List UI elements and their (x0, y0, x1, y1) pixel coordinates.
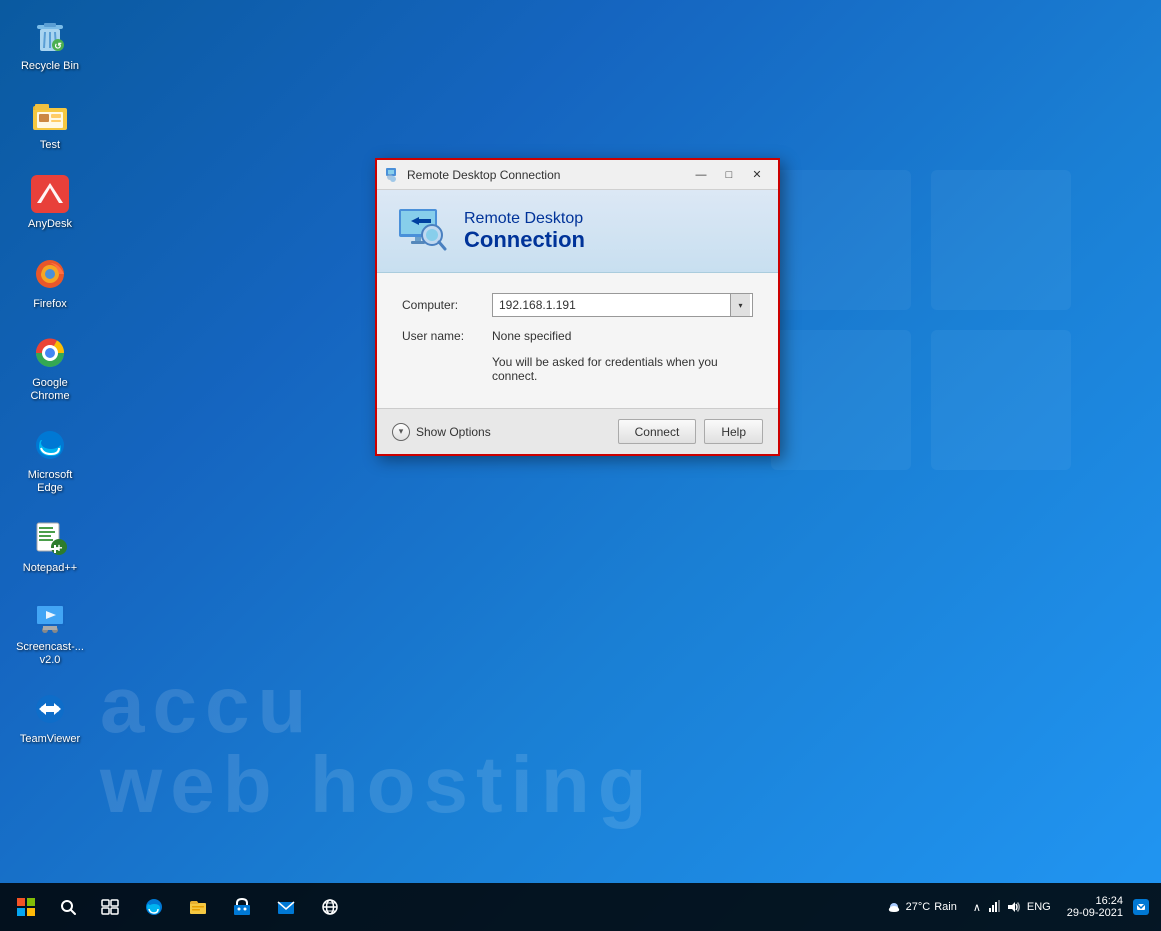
taskbar-mail-button[interactable] (266, 887, 306, 927)
desktop-icon-screencast[interactable]: Screencast-... v2.0 (10, 591, 90, 673)
chrome-label: Google Chrome (16, 377, 84, 403)
taskbar-taskview-button[interactable] (90, 887, 130, 927)
rdp-footer-buttons: Connect Help (618, 419, 763, 444)
taskbar-edge-icon (144, 897, 164, 917)
taskbar-notification-button[interactable] (1133, 899, 1149, 915)
desktop-icon-teamviewer[interactable]: TeamViewer (10, 683, 90, 752)
rdp-header-line1: Remote Desktop (464, 210, 585, 228)
rdp-header-title: Remote Desktop Connection (464, 210, 585, 252)
screencast-label: Screencast-... v2.0 (16, 641, 84, 667)
rdp-computer-value: 192.168.1.191 (499, 298, 746, 312)
anydesk-label: AnyDesk (28, 218, 72, 231)
notepadpp-icon: + (30, 518, 70, 558)
taskbar-weather[interactable]: 27°C Rain (880, 897, 963, 917)
taskbar-store-button[interactable] (222, 887, 262, 927)
desktop-icon-test[interactable]: Test (10, 89, 90, 158)
recycle-bin-icon: ↺ (30, 16, 70, 56)
rdp-help-button[interactable]: Help (704, 419, 763, 444)
search-icon (59, 898, 77, 916)
taskbar-clock[interactable]: 16:24 29-09-2021 (1061, 893, 1129, 921)
network-tray-icon (987, 900, 1001, 914)
language-indicator[interactable]: ENG (1027, 901, 1051, 913)
test-folder-icon (30, 95, 70, 135)
firefox-icon (30, 254, 70, 294)
rdp-show-options-text: Show Options (416, 425, 491, 439)
rdp-body: Computer: 192.168.1.191 ▾ User name: Non… (377, 273, 778, 408)
taskbar-network-button[interactable] (310, 887, 350, 927)
rdp-close-button[interactable]: ✕ (744, 165, 770, 185)
desktop-icon-recycle-bin[interactable]: ↺ Recycle Bin (10, 10, 90, 79)
taskbar-time: 16:24 (1067, 895, 1123, 907)
notification-icon (1136, 902, 1146, 912)
desktop-icon-notepadpp[interactable]: + Notepad++ (10, 512, 90, 581)
desktop-icon-anydesk[interactable]: AnyDesk (10, 168, 90, 237)
rdp-title-icon (385, 167, 401, 183)
rdp-dialog: Remote Desktop Connection — □ ✕ (375, 158, 780, 456)
rdp-computer-row: Computer: 192.168.1.191 ▾ (402, 293, 753, 317)
desktop-icon-area: ↺ Recycle Bin Test (10, 10, 90, 752)
rdp-show-options-icon: ▾ (392, 423, 410, 441)
taskbar-start-button[interactable] (4, 885, 48, 929)
firefox-label: Firefox (33, 298, 67, 311)
mail-icon (276, 897, 296, 917)
taskbar-date: 29-09-2021 (1067, 907, 1123, 919)
test-folder-label: Test (40, 139, 60, 152)
taskbar-right-area: 27°C Rain ∧ ENG (880, 893, 1157, 921)
recycle-bin-label: Recycle Bin (21, 60, 79, 73)
windows-start-icon (17, 898, 35, 916)
network-icon (320, 897, 340, 917)
explorer-icon (188, 897, 208, 917)
weather-temp: 27°C (906, 901, 931, 913)
desktop-icon-microsoft-edge[interactable]: Microsoft Edge (10, 419, 90, 501)
watermark-text1: accu (100, 659, 1161, 751)
rdp-computer-dropdown[interactable]: ▾ (730, 294, 750, 316)
svg-text:↺: ↺ (54, 41, 62, 51)
taskbar-sys-tray: ∧ ENG (967, 898, 1057, 916)
rdp-show-options[interactable]: ▾ Show Options (392, 423, 618, 441)
rdp-connect-button[interactable]: Connect (618, 419, 697, 444)
rdp-header-icon (397, 205, 449, 257)
weather-icon (886, 899, 902, 915)
rdp-minimize-button[interactable]: — (688, 165, 714, 185)
rdp-header-line2: Connection (464, 228, 585, 252)
rdp-maximize-button[interactable]: □ (716, 165, 742, 185)
rdp-header: Remote Desktop Connection (377, 190, 778, 273)
desktop: accu web hosting ↺ Recycle Bin (0, 0, 1161, 931)
rdp-footer: ▾ Show Options Connect Help (377, 408, 778, 454)
rdp-username-value: None specified (492, 329, 571, 343)
rdp-titlebar-buttons: — □ ✕ (688, 165, 770, 185)
taskbar-edge-button[interactable] (134, 887, 174, 927)
teamviewer-icon (30, 689, 70, 729)
notepadpp-label: Notepad++ (23, 562, 77, 575)
edge-icon (30, 425, 70, 465)
teamviewer-label: TeamViewer (20, 733, 80, 746)
rdp-username-row: User name: None specified (402, 329, 753, 343)
anydesk-icon (30, 174, 70, 214)
rdp-title-text: Remote Desktop Connection (407, 168, 688, 182)
chrome-icon (30, 333, 70, 373)
volume-icon (1007, 900, 1021, 914)
taskview-icon (101, 898, 119, 916)
rdp-titlebar: Remote Desktop Connection — □ ✕ (377, 160, 778, 190)
tray-chevron[interactable]: ∧ (973, 901, 981, 914)
store-icon (232, 897, 252, 917)
rdp-computer-label: Computer: (402, 298, 492, 312)
taskbar: 27°C Rain ∧ ENG (0, 883, 1161, 931)
windows-logo-watermark (761, 160, 1081, 480)
watermark-text2: web hosting (100, 739, 1161, 831)
rdp-computer-input[interactable]: 192.168.1.191 ▾ (492, 293, 753, 317)
edge-label: Microsoft Edge (16, 469, 84, 495)
desktop-icon-firefox[interactable]: Firefox (10, 248, 90, 317)
rdp-info-text: You will be asked for credentials when y… (492, 355, 753, 383)
rdp-username-label: User name: (402, 329, 492, 343)
weather-desc: Rain (934, 901, 957, 913)
taskbar-search-button[interactable] (50, 889, 86, 925)
desktop-icon-google-chrome[interactable]: Google Chrome (10, 327, 90, 409)
taskbar-explorer-button[interactable] (178, 887, 218, 927)
screencast-icon (30, 597, 70, 637)
